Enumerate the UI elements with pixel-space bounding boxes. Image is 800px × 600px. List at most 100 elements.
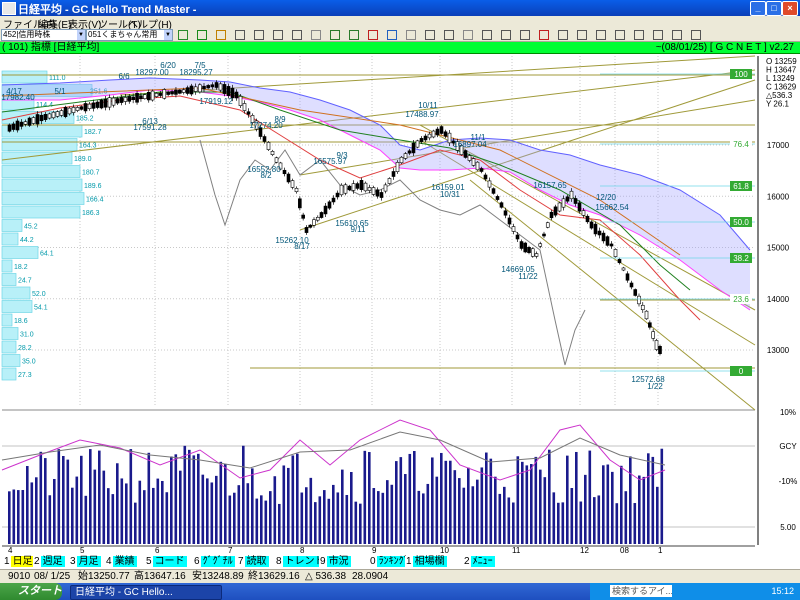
tab-2[interactable]: 2 週足 bbox=[33, 555, 65, 568]
price-annotation: 16157.65 bbox=[533, 181, 567, 190]
toolbar-tool-icon[interactable] bbox=[425, 30, 435, 40]
toolbar-tool-icon[interactable] bbox=[292, 30, 302, 40]
toolbar-tool-icon[interactable] bbox=[444, 30, 454, 40]
toolbar-tool-icon[interactable] bbox=[197, 30, 207, 40]
volume-bar bbox=[323, 490, 326, 544]
toolbar-tool-icon[interactable] bbox=[577, 30, 587, 40]
candle-body bbox=[282, 169, 287, 175]
app-icon[interactable] bbox=[2, 2, 16, 15]
toolbar-tool-icon[interactable] bbox=[463, 30, 473, 40]
volume-bar bbox=[206, 478, 209, 544]
toolbar-tool-icon[interactable] bbox=[406, 30, 416, 40]
price-annotation: 17591.28 bbox=[133, 123, 167, 132]
maximize-button[interactable]: □ bbox=[766, 1, 782, 16]
chevron-down-icon[interactable]: ▼ bbox=[164, 30, 172, 40]
toolbar-tool-icon[interactable] bbox=[520, 30, 530, 40]
toolbar-tool-icon[interactable] bbox=[254, 30, 264, 40]
month-label: 4 bbox=[8, 546, 13, 554]
candle-body bbox=[331, 197, 336, 203]
candle-body bbox=[67, 107, 72, 115]
tab-number: 2 bbox=[33, 556, 41, 567]
tab-6[interactable]: 6 ｸﾞｸﾞﾁﾙ bbox=[193, 555, 235, 568]
price-annotation: 17274.20 bbox=[249, 121, 283, 130]
tab-4[interactable]: 4 業績 bbox=[105, 555, 137, 568]
chevron-down-icon[interactable]: ▼ bbox=[77, 30, 85, 40]
toolbar-tool-icon[interactable] bbox=[235, 30, 245, 40]
volume-bar bbox=[156, 478, 160, 544]
tab-number: 4 bbox=[105, 556, 113, 567]
toolbar-tool-icon[interactable] bbox=[672, 30, 682, 40]
volume-bar bbox=[350, 472, 353, 544]
volume-profile-bar bbox=[1, 246, 39, 259]
toolbar-tool-icon[interactable] bbox=[596, 30, 606, 40]
tab-label: 市況 bbox=[326, 556, 351, 567]
toolbar-tool-icon[interactable] bbox=[691, 30, 701, 40]
tab-5[interactable]: 5 コード bbox=[145, 555, 187, 568]
volume-bar bbox=[629, 456, 632, 544]
volume-bar bbox=[21, 490, 25, 544]
tab-3[interactable]: 3 月足 bbox=[69, 555, 101, 568]
volume-bar bbox=[624, 491, 628, 544]
candle-body bbox=[91, 102, 96, 109]
candle-body bbox=[581, 210, 586, 216]
toolbar-tool-icon[interactable] bbox=[539, 30, 549, 40]
search-input[interactable]: 検索するアイ... bbox=[610, 585, 672, 597]
candle-body bbox=[274, 157, 279, 163]
start-button[interactable]: スタート bbox=[0, 583, 62, 600]
profile-select[interactable]: 051くまちゃん常用 ▼ bbox=[86, 29, 173, 41]
candle-body bbox=[355, 183, 360, 189]
candle-body bbox=[654, 340, 659, 350]
candle-body bbox=[403, 153, 408, 159]
candle-body bbox=[111, 97, 116, 106]
volume-profile-label: 18.2 bbox=[14, 264, 28, 271]
volume-bar bbox=[53, 478, 56, 544]
volume-bar bbox=[215, 475, 218, 544]
toolbar-tool-icon[interactable] bbox=[387, 30, 397, 40]
tab-1[interactable]: 1 日足 bbox=[3, 555, 35, 568]
volume-profile-bar bbox=[1, 151, 73, 165]
volume-bar bbox=[426, 483, 430, 544]
price-annotation: 18295.27 bbox=[179, 68, 213, 77]
candle-body bbox=[491, 188, 496, 194]
candle-body bbox=[266, 142, 271, 150]
toolbar-tool-icon[interactable] bbox=[501, 30, 511, 40]
tab-7[interactable]: 7 読取 bbox=[237, 555, 269, 568]
toolbar-tool-icon[interactable] bbox=[634, 30, 644, 40]
price-annotation: 17919.12 bbox=[199, 97, 233, 106]
month-label: 12 bbox=[580, 546, 589, 554]
volume-profile-bar bbox=[1, 300, 33, 313]
candle-body bbox=[483, 174, 488, 180]
volume-bar bbox=[489, 458, 493, 544]
toolbar-tool-icon[interactable] bbox=[615, 30, 625, 40]
toolbar-tool-icon[interactable] bbox=[311, 30, 321, 40]
toolbar-tool-icon[interactable] bbox=[178, 30, 188, 40]
toolbar-tool-icon[interactable] bbox=[330, 30, 340, 40]
toolbar-tool-icon[interactable] bbox=[482, 30, 492, 40]
toolbar-tool-icon[interactable] bbox=[653, 30, 663, 40]
candle-body bbox=[7, 124, 12, 132]
minimize-button[interactable]: _ bbox=[750, 1, 766, 16]
volume-bar bbox=[8, 491, 11, 544]
volume-bar bbox=[593, 497, 596, 544]
toolbar-tool-icon[interactable] bbox=[558, 30, 568, 40]
toolbar-tool-icon[interactable] bbox=[216, 30, 226, 40]
toolbar-tool-icon[interactable] bbox=[273, 30, 283, 40]
taskbar-window-button[interactable]: 日経平均 - GC Hello... bbox=[70, 585, 222, 600]
chart-area[interactable]: 111.0 251.6 114.4 185.2 182.7 164.3 189.0 180.7… bbox=[0, 54, 800, 555]
toolbar-tool-icon[interactable] bbox=[368, 30, 378, 40]
tab-number: 2 bbox=[463, 556, 471, 567]
tab-9[interactable]: 9 市況 bbox=[319, 555, 351, 568]
stock-select[interactable]: 452|信用時株 ▼ bbox=[1, 29, 86, 41]
toolbar-tool-icon[interactable] bbox=[349, 30, 359, 40]
volume-profile-label: 185.2 bbox=[76, 116, 94, 123]
volume-bar bbox=[237, 485, 241, 544]
candle-body bbox=[185, 87, 190, 94]
tab-number: 9 bbox=[319, 556, 327, 567]
candle-body bbox=[294, 187, 299, 193]
close-button[interactable]: × bbox=[782, 1, 798, 16]
tab-12[interactable]: 2 ﾒﾆｭｰ bbox=[463, 555, 495, 568]
price-annotation: 8/2 bbox=[260, 171, 272, 180]
candle-body bbox=[565, 196, 570, 202]
tab-11[interactable]: 1 相場欄 bbox=[405, 555, 447, 568]
candle-body bbox=[234, 91, 239, 99]
